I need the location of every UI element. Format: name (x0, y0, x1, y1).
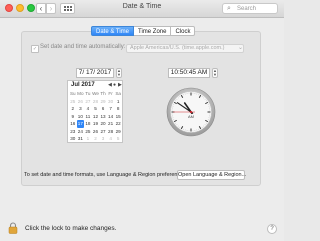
calendar-day[interactable]: 14 (107, 113, 115, 121)
calendar-day[interactable]: 19 (92, 120, 100, 128)
calendar-day[interactable]: 28 (107, 128, 115, 136)
calendar-prev-icon[interactable]: ◀ (108, 82, 112, 88)
calendar-month-label: Jul 2017 (71, 82, 95, 88)
calendar-day[interactable]: 4 (107, 135, 115, 143)
time-stepper[interactable]: ▲ ▼ (212, 68, 218, 78)
time-field[interactable]: 10:50:45 AM (168, 68, 210, 78)
calendar-day[interactable]: 31 (77, 135, 85, 143)
weekday-label: We (92, 91, 99, 96)
calendar-week-row: 2 3 4 5 6 7 8 (69, 105, 122, 113)
calendar-day[interactable]: 18 (84, 120, 92, 128)
help-button[interactable]: ? (267, 224, 277, 234)
calendar-week-row: 16 17 18 19 20 21 22 (69, 120, 122, 128)
calendar-day[interactable]: 25 (84, 128, 92, 136)
calendar-day[interactable]: 9 (69, 113, 77, 121)
calendar-day[interactable]: 12 (92, 113, 100, 121)
calendar-day[interactable]: 30 (107, 98, 115, 106)
chevron-down-icon: ⌄ (238, 45, 244, 51)
calendar-day[interactable]: 10 (77, 113, 85, 121)
calendar-day[interactable]: 3 (99, 135, 107, 143)
calendar-day[interactable]: 8 (114, 105, 122, 113)
calendar-day[interactable]: 21 (107, 120, 115, 128)
calendar-day[interactable]: 29 (99, 98, 107, 106)
date-field[interactable]: 7/ 17/ 2017 (76, 68, 114, 78)
calendar-day[interactable]: 7 (107, 105, 115, 113)
analog-clock[interactable]: AM (166, 87, 216, 137)
weekday-label: Tu (85, 91, 91, 96)
calendar-day[interactable]: 1 (84, 135, 92, 143)
calendar-day[interactable]: 20 (99, 120, 107, 128)
calendar-week-row: 30 31 1 2 3 4 5 (69, 135, 122, 143)
calendar-day[interactable]: 5 (114, 135, 122, 143)
title-bar: ‹ › Date & Time ⌕ Search (0, 0, 284, 18)
calendar[interactable]: Jul 2017 ◀ ● ▶ Su Mo Tu We Th Fr Sa 25 2… (67, 80, 123, 143)
calendar-day[interactable]: 27 (84, 98, 92, 106)
search-field[interactable]: ⌕ Search (222, 3, 278, 14)
calendar-day[interactable]: 15 (114, 113, 122, 121)
calendar-day[interactable]: 2 (92, 135, 100, 143)
calendar-day-selected[interactable]: 17 (76, 120, 85, 128)
content-panel (21, 31, 261, 186)
calendar-day[interactable]: 26 (92, 128, 100, 136)
calendar-day[interactable]: 16 (69, 120, 77, 128)
calendar-day[interactable]: 30 (69, 135, 77, 143)
tab-clock[interactable]: Clock (171, 26, 196, 36)
calendar-grid: Su Mo Tu We Th Fr Sa 25 26 27 28 29 30 1… (69, 90, 122, 143)
calendar-day[interactable]: 23 (69, 128, 77, 136)
weekday-label: Sa (115, 91, 121, 96)
calendar-day[interactable]: 28 (92, 98, 100, 106)
calendar-day[interactable]: 24 (77, 128, 85, 136)
tab-date-time[interactable]: Date & Time (91, 26, 135, 36)
date-stepper[interactable]: ▲ ▼ (116, 68, 122, 78)
calendar-week-row: 25 26 27 28 29 30 1 (69, 98, 122, 106)
auto-time-label: Set date and time automatically: (40, 44, 126, 50)
search-icon: ⌕ (227, 5, 231, 12)
preferences-window: ‹ › Date & Time ⌕ Search Date & Time Tim… (0, 0, 284, 241)
time-server-select[interactable]: Apple Americas/U.S. (time.apple.com.) (126, 44, 244, 53)
weekday-label: Fr (108, 91, 113, 96)
calendar-today-icon[interactable]: ● (113, 82, 116, 88)
calendar-day[interactable]: 1 (114, 98, 122, 106)
calendar-weekday-row: Su Mo Tu We Th Fr Sa (69, 90, 122, 98)
lock-message: Click the lock to make changes. (25, 225, 117, 232)
clock-am-label: AM (188, 114, 194, 119)
calendar-day[interactable]: 26 (77, 98, 85, 106)
calendar-day[interactable]: 22 (114, 120, 122, 128)
calendar-day[interactable]: 6 (99, 105, 107, 113)
calendar-day[interactable]: 3 (77, 105, 85, 113)
calendar-day[interactable]: 2 (69, 105, 77, 113)
language-region-hint: To set date and time formats, use Langua… (24, 172, 188, 178)
calendar-day[interactable]: 27 (99, 128, 107, 136)
calendar-day[interactable]: 4 (84, 105, 92, 113)
calendar-next-icon[interactable]: ▶ (118, 82, 122, 88)
open-language-region-button[interactable]: Open Language & Region... (177, 170, 246, 180)
calendar-week-row: 9 10 11 12 13 14 15 (69, 113, 122, 121)
calendar-week-row: 23 24 25 26 27 28 29 (69, 128, 122, 136)
weekday-label: Th (100, 91, 106, 96)
auto-time-checkbox[interactable]: ✓ (31, 45, 39, 53)
clock-face-icon: AM (166, 87, 216, 137)
calendar-day[interactable]: 13 (99, 113, 107, 121)
tab-time-zone[interactable]: Time Zone (134, 26, 172, 36)
calendar-day[interactable]: 11 (84, 113, 92, 121)
weekday-label: Mo (77, 91, 84, 96)
calendar-day[interactable]: 5 (92, 105, 100, 113)
calendar-day[interactable]: 25 (69, 98, 77, 106)
calendar-day[interactable]: 29 (114, 128, 122, 136)
search-placeholder: Search (237, 6, 257, 12)
tab-bar: Date & Time Time Zone Clock (91, 26, 196, 36)
lock-icon[interactable] (8, 222, 18, 234)
weekday-label: Su (69, 91, 76, 96)
